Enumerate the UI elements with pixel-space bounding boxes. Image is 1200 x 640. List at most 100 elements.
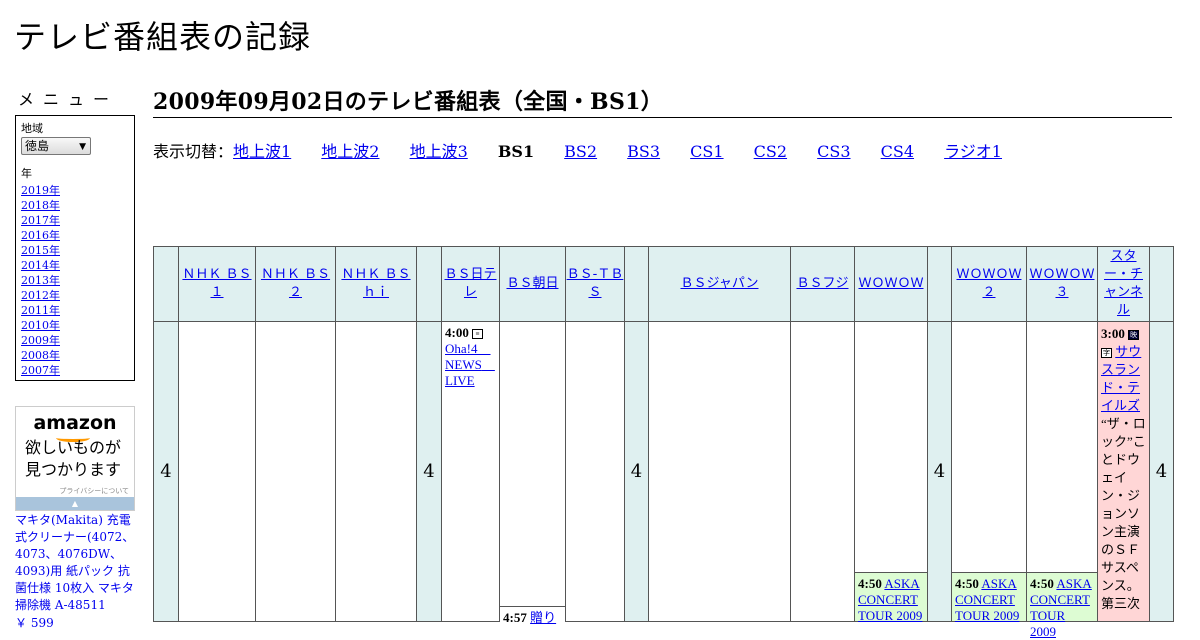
switch-chijo3[interactable]: 地上波3 [410,142,468,161]
program-slot: 4:50 ASKA CONCERT TOUR 2009 [1026,321,1098,639]
ad-block: amazon 欲しいものが 見つかります プライバシーについて ▲ マキタ(Ma… [15,406,135,631]
ad-banner[interactable]: amazon 欲しいものが 見つかります プライバシーについて ▲ [15,406,135,511]
program-slot: 4:50 ASKA CONCERT TOUR 2009 [951,321,1027,623]
year-link-2015[interactable]: 2015年 [21,244,60,257]
chevron-down-icon: ▼ [79,142,86,152]
channel-header: ＷＯＷＯＷ ２ [951,246,1027,322]
year-list: 2019年 2018年 2017年 2016年 2015年 2014年 2013… [21,183,129,378]
program-title-link[interactable]: 贈り [530,610,556,625]
program-slot [790,321,855,622]
channel-header: ＢＳフジ [790,246,855,322]
year-link-2016[interactable]: 2016年 [21,229,60,242]
program-title-link[interactable]: Oha!4 NEWS LIVE [445,341,495,388]
program-entry: 4:50 ASKA CONCERT TOUR 2009 [1027,572,1097,639]
program-slot [648,321,791,622]
channel-link-wowow[interactable]: ＷＯＷＯＷ [858,276,923,291]
site-title: テレビ番組表の記録 [14,18,312,56]
year-label: 年 [21,167,32,180]
ad-catch-line-1: 欲しいものが [25,438,122,457]
channel-link-bs-japan[interactable]: ＢＳジャパン [680,276,758,291]
channel-header: ＷＯＷＯＷ ３ [1026,246,1098,322]
hour-header [153,246,179,322]
switch-bs1-current: BS1 [497,142,535,161]
year-link-2007[interactable]: 2007年 [21,364,60,377]
main-content: 2009年09月02日のテレビ番組表（全国・BS1） 表示切替：地上波1 地上波… [153,84,1172,162]
hour-cell: 4 [153,321,179,622]
channel-header: ＷＯＷＯＷ [854,246,928,322]
ad-price: ￥ 599 [15,616,54,630]
year-link-2019[interactable]: 2019年 [21,184,60,197]
switch-radio1[interactable]: ラジオ1 [944,142,1002,161]
program-grid: ＮＨＫ ＢＳ １ ＮＨＫ ＢＳ ２ ＮＨＫ ＢＳ ｈｉ ＢＳ日テレ ＢＳ朝日 Ｂ… [153,246,1174,639]
channel-link-wowow3[interactable]: ＷＯＷＯＷ ３ [1029,267,1094,300]
switch-cs3[interactable]: CS3 [817,142,850,161]
program-slot: 4:00 ≡ Oha!4 NEWS LIVE [441,321,500,622]
region-label: 地域 [21,122,43,135]
hour-header [624,246,649,322]
channel-link-bs-fuji[interactable]: ＢＳフジ [796,276,848,291]
channel-link-wowow2[interactable]: ＷＯＷＯＷ ２ [956,267,1021,300]
channel-header: ＢＳジャパン [648,246,791,322]
hour-cell: 4 [1149,321,1174,622]
amazon-logo: amazon [33,412,117,434]
ad-privacy-link[interactable]: プライバシーについて [59,486,129,496]
region-select[interactable]: 徳島 ▼ [21,137,91,155]
page-title: 2009年09月02日のテレビ番組表（全国・BS1） [153,84,1172,118]
ad-bar[interactable]: ▲ [16,497,134,510]
channel-header: ＮＨＫ ＢＳ １ [178,246,256,322]
channel-link-nhk-bs2[interactable]: ＮＨＫ ＢＳ ２ [261,267,330,300]
hour-header [416,246,442,322]
year-link-2012[interactable]: 2012年 [21,289,60,302]
switch-bs2[interactable]: BS2 [564,142,597,161]
ad-catchphrase: 欲しいものが 見つかります [25,437,121,481]
channel-header: ＮＨＫ ＢＳ ｈｉ [335,246,417,322]
chevron-up-icon: ▲ [71,499,79,508]
hour-cell: 4 [927,321,952,622]
program-slot [565,321,625,622]
channel-link-star[interactable]: スター・チャンネル [1104,249,1143,318]
channel-link-nhk-bs1[interactable]: ＮＨＫ ＢＳ １ [182,267,251,300]
channel-header: スター・チャンネル [1097,246,1150,322]
channel-header: ＮＨＫ ＢＳ ２ [255,246,336,322]
menu-box: 地域 徳島 ▼ 年 2019年 2018年 2017年 2016年 2015年 … [15,115,135,381]
channel-link-bs-ntv[interactable]: ＢＳ日テレ [444,267,496,300]
display-switcher: 表示切替：地上波1 地上波2 地上波3 BS1 BS2 BS3 CS1 CS2 … [153,138,1172,162]
region-select-value: 徳島 [25,139,50,153]
channel-link-nhk-bshi[interactable]: ＮＨＫ ＢＳ ｈｉ [341,267,410,300]
program-entry: 4:50 ASKA CONCERT TOUR 2009 [855,572,927,623]
year-link-2017[interactable]: 2017年 [21,214,60,227]
year-link-2008[interactable]: 2008年 [21,349,60,362]
channel-header: ＢＳ日テレ [441,246,500,322]
year-link-2009[interactable]: 2009年 [21,334,60,347]
hour-header [1149,246,1174,322]
program-time: 4:00 [445,325,469,340]
hour-cell: 4 [624,321,649,622]
ad-product-link[interactable]: マキタ(Makita) 充電式クリーナー(4072、4073、4076DW、40… [15,513,134,612]
text-broadcast-icon: ≡ [472,329,484,339]
channel-link-bs-tbs[interactable]: ＢＳ-ＴＢＳ [567,267,624,300]
movie-icon: 映 [1128,330,1140,340]
program-time: 4:50 [955,576,979,591]
year-link-2013[interactable]: 2013年 [21,274,60,287]
subtitle-icon: 字 [1101,348,1112,358]
ad-catch-line-2: 見つかります [25,460,122,479]
year-link-2011[interactable]: 2011年 [21,304,60,317]
switch-cs4[interactable]: CS4 [881,142,914,161]
switch-chijo2[interactable]: 地上波2 [321,142,379,161]
program-description: “ザ・ロック”ことドウェイン・ジョンソン主演のＳＦサスペンス。第三次 [1101,416,1146,611]
switch-cs1[interactable]: CS1 [690,142,723,161]
switch-cs2[interactable]: CS2 [754,142,787,161]
year-link-2014[interactable]: 2014年 [21,259,60,272]
program-slot: 3:00 映 字 サウスランド・テイルズ “ザ・ロック”ことドウェイン・ジョンソ… [1097,321,1150,622]
switch-chijo1[interactable]: 地上波1 [233,142,291,161]
program-time: 3:00 [1101,326,1125,341]
program-time: 4:57 [503,610,527,625]
sidebar: メニュー 地域 徳島 ▼ 年 2019年 2018年 2017年 2016年 2… [15,86,135,381]
switch-bs3[interactable]: BS3 [627,142,660,161]
year-link-2018[interactable]: 2018年 [21,199,60,212]
program-slot [178,321,256,622]
year-link-2010[interactable]: 2010年 [21,319,60,332]
hour-cell: 4 [416,321,442,622]
channel-link-bs-asahi[interactable]: ＢＳ朝日 [506,276,558,291]
program-entry: 4:57 贈り [500,606,565,629]
